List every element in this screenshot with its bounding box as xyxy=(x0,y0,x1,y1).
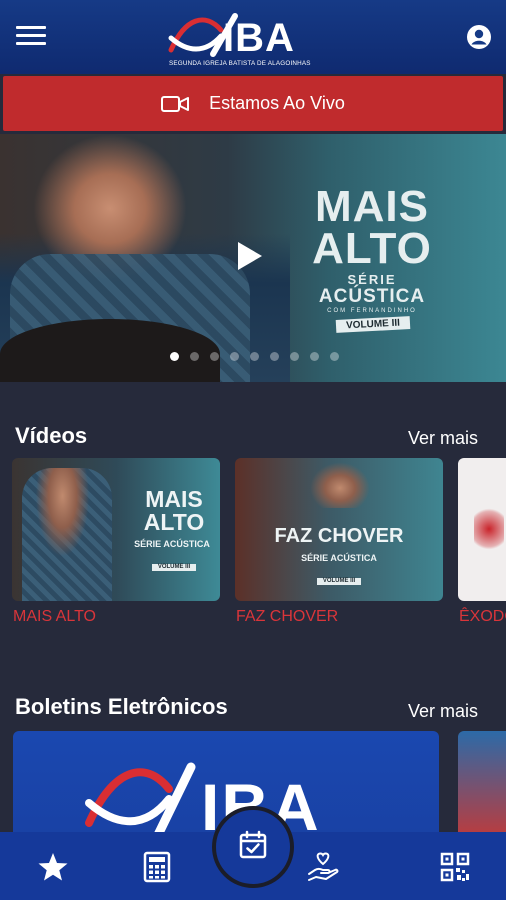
bulletins-section-title: Boletins Eletrônicos xyxy=(15,694,228,719)
carousel-dot[interactable] xyxy=(170,352,179,361)
carousel-dot[interactable] xyxy=(330,352,339,361)
star-icon[interactable] xyxy=(36,850,70,884)
carousel-dot[interactable] xyxy=(270,352,279,361)
hero-carousel[interactable]: MAIS ALTO SÉRIE ACÚSTICA COM FERNANDINHO… xyxy=(0,134,506,382)
video-thumbnail xyxy=(22,468,112,601)
hero-image-guitar xyxy=(0,319,220,382)
hand-heart-icon[interactable] xyxy=(306,850,340,884)
video-thumbnail xyxy=(305,458,375,508)
video-thumb-subtitle: SÉRIE ACÚSTICA xyxy=(301,553,377,563)
hero-com-label: COM FERNANDINHO xyxy=(327,308,417,314)
videos-see-more-link[interactable]: Ver mais xyxy=(408,428,478,449)
logo-subtitle: SEGUNDA IGREJA BATISTA DE ALAGOINHAS xyxy=(169,60,311,67)
carousel-dot[interactable] xyxy=(310,352,319,361)
hero-volume-label: VOLUME III xyxy=(335,316,411,333)
carousel-dot[interactable] xyxy=(210,352,219,361)
video-camera-icon xyxy=(161,95,190,112)
carousel-dot[interactable] xyxy=(230,352,239,361)
calendar-check-icon xyxy=(239,830,267,859)
hero-acustica-label: ACÚSTICA xyxy=(318,286,426,307)
top-app-bar: IBA SEGUNDA IGREJA BATISTA DE ALAGOINHAS xyxy=(0,0,506,74)
logo-swoosh-icon xyxy=(85,762,196,841)
church-logo: IBA SEGUNDA IGREJA BATISTA DE ALAGOINHAS xyxy=(165,6,345,72)
carousel-pagination xyxy=(170,352,350,361)
carousel-dot[interactable] xyxy=(290,352,299,361)
video-thumb-title: MAIS ALTO xyxy=(143,486,205,535)
carousel-dot[interactable] xyxy=(190,352,199,361)
video-card-mais-alto[interactable]: MAIS ALTO SÉRIE ACÚSTICA VOLUME III xyxy=(12,458,220,601)
account-circle-icon[interactable] xyxy=(466,24,492,50)
videos-section-title: Vídeos xyxy=(15,423,88,448)
video-thumb-title: FAZ CHOVER xyxy=(274,525,404,547)
live-now-banner[interactable]: Estamos Ao Vivo xyxy=(3,76,503,131)
live-label: Estamos Ao Vivo xyxy=(209,93,345,113)
video-card-exodo[interactable] xyxy=(458,458,506,601)
video-card-faz-chover[interactable]: FAZ CHOVER SÉRIE ACÚSTICA VOLUME III xyxy=(235,458,443,601)
video-caption[interactable]: ÊXODO xyxy=(459,608,506,626)
hamburger-menu-icon[interactable] xyxy=(16,26,46,46)
video-thumb-volume: VOLUME III xyxy=(152,564,196,571)
video-thumbnail xyxy=(474,504,504,554)
play-icon[interactable] xyxy=(234,240,264,272)
bulletin-card[interactable] xyxy=(458,731,506,841)
bulletins-see-more-link[interactable]: Ver mais xyxy=(408,701,478,722)
hero-title-line2: ALTO xyxy=(312,224,432,273)
video-thumb-subtitle: SÉRIE ACÚSTICA xyxy=(134,539,210,549)
qr-code-icon[interactable] xyxy=(438,850,472,884)
carousel-dot[interactable] xyxy=(250,352,259,361)
calculator-icon[interactable] xyxy=(140,850,174,884)
video-thumb-volume: VOLUME III xyxy=(317,578,361,585)
video-caption[interactable]: FAZ CHOVER xyxy=(236,608,338,626)
hero-serie-label: SÉRIE xyxy=(347,272,397,287)
logo-text: IBA xyxy=(223,16,295,60)
video-caption[interactable]: MAIS ALTO xyxy=(13,608,96,626)
nav-center-button[interactable] xyxy=(212,806,294,888)
